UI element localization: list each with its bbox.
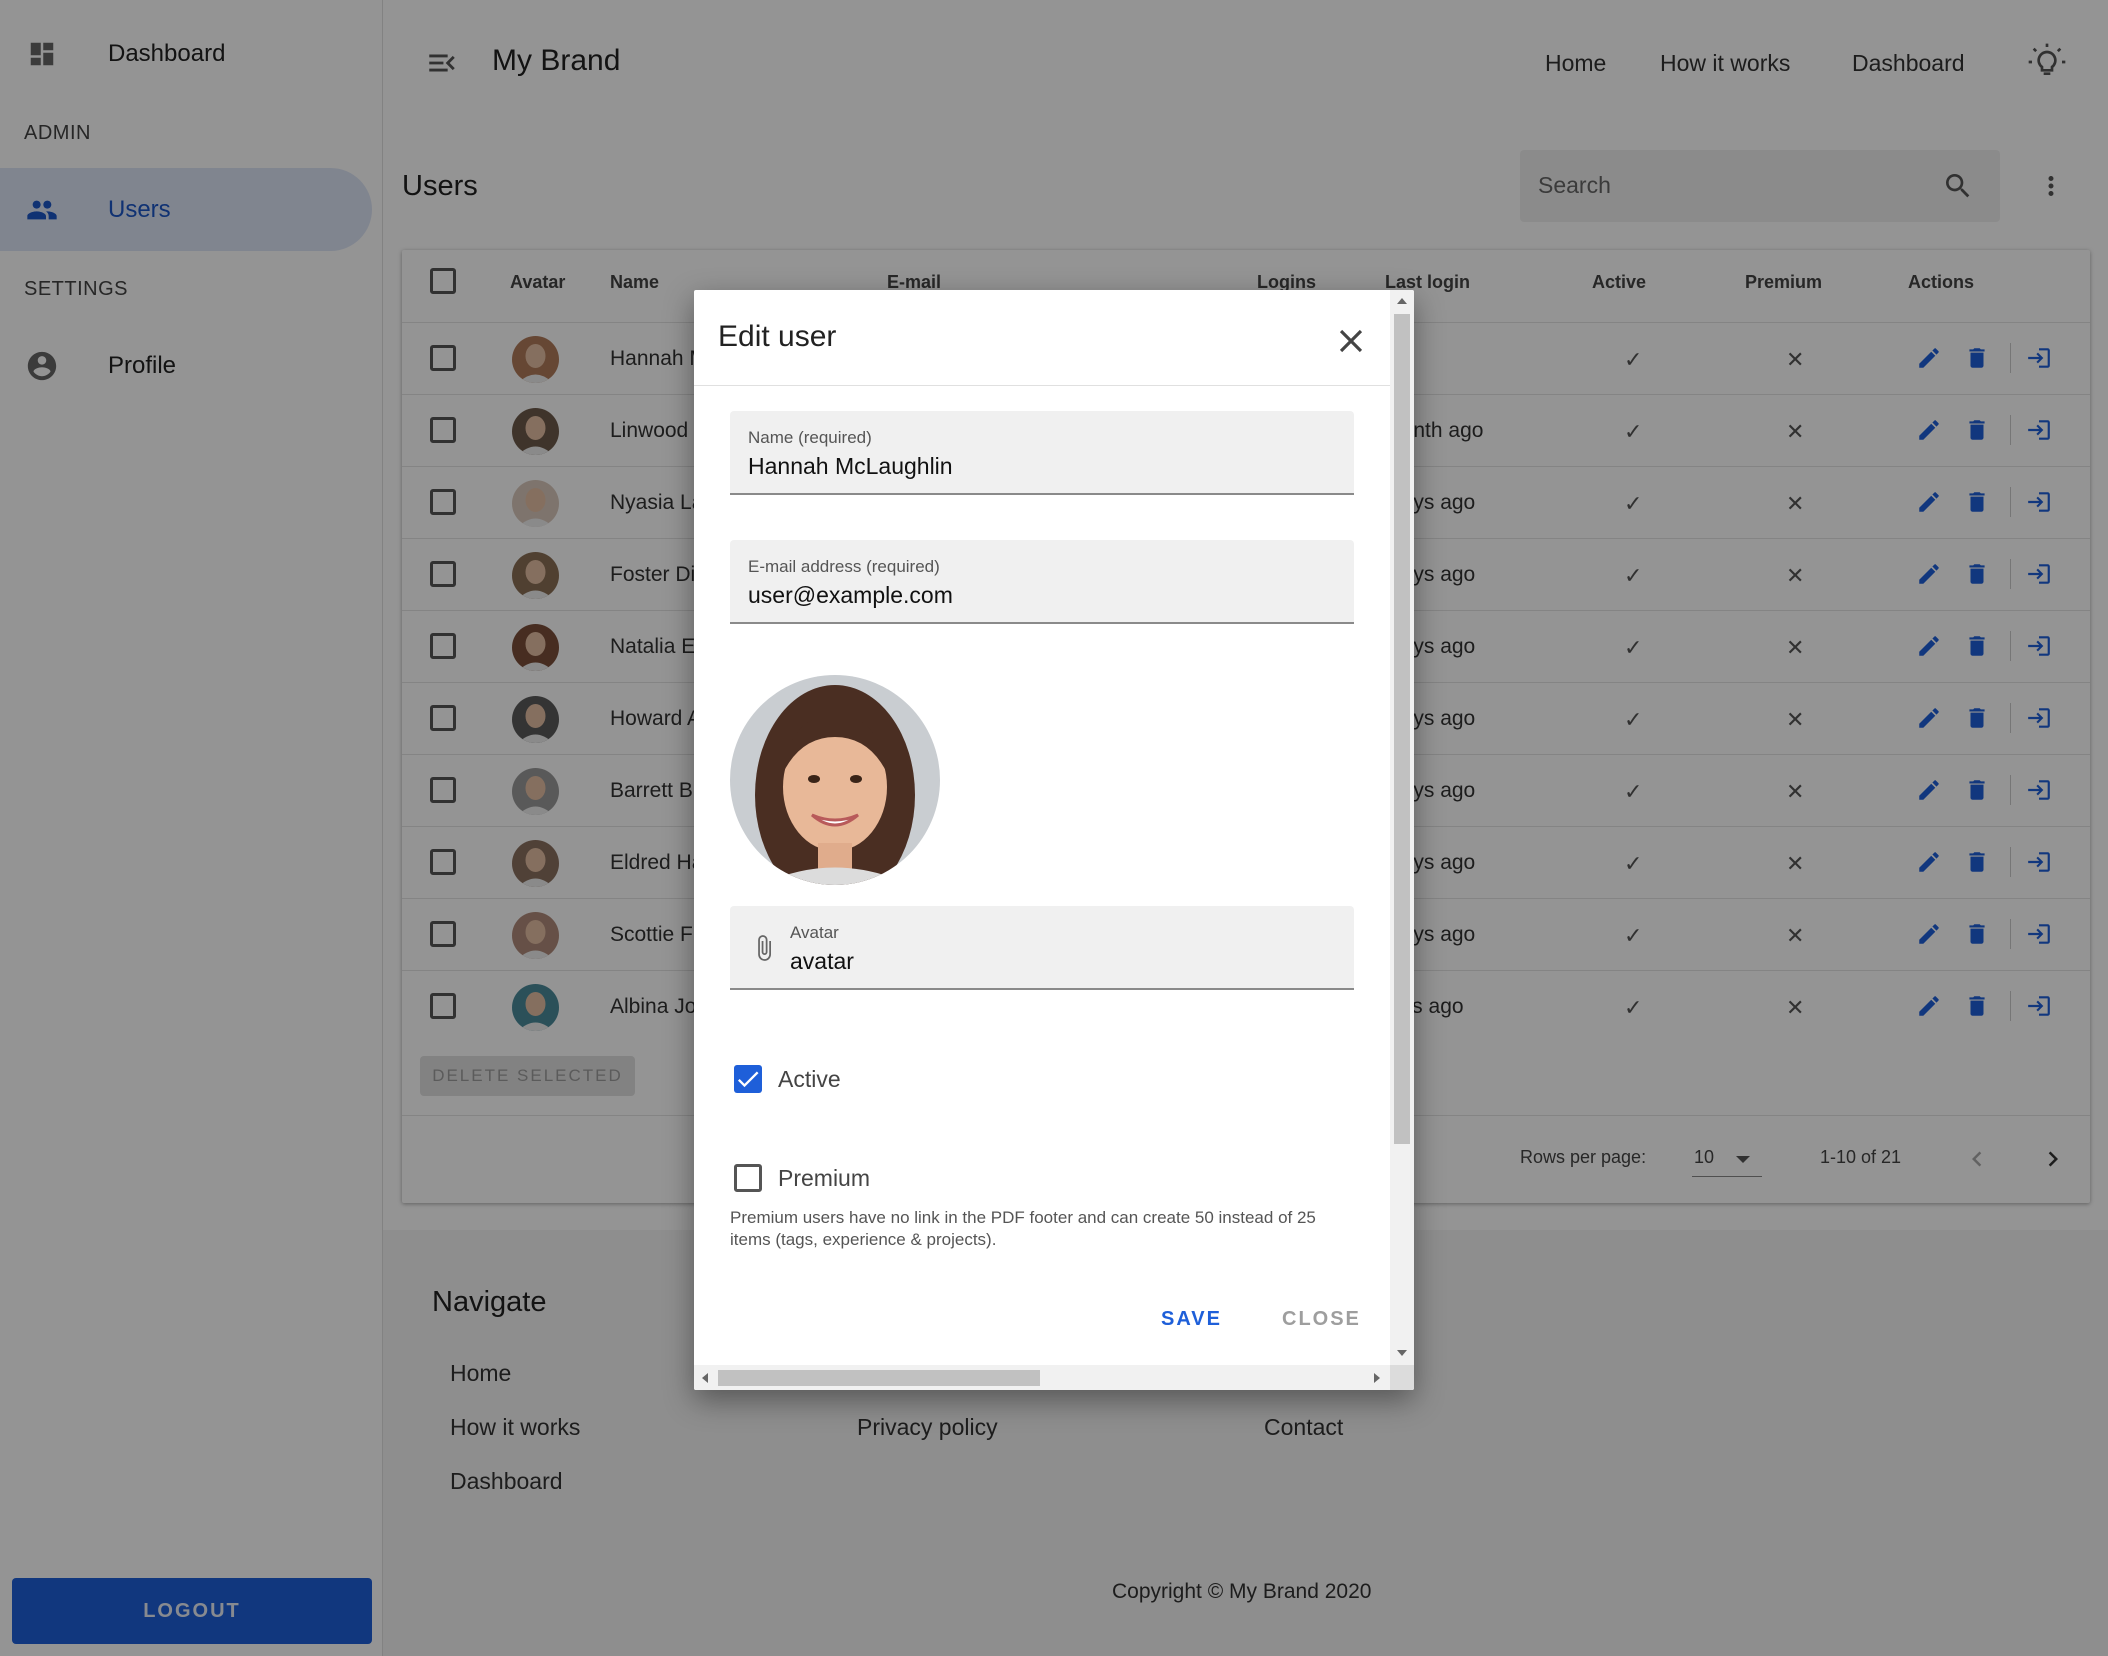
email-field-label: E-mail address (required) [748, 557, 940, 576]
close-icon[interactable] [1332, 322, 1370, 365]
email-field-value: user@example.com [748, 582, 953, 608]
dialog-title: Edit user [718, 320, 837, 353]
premium-checkbox[interactable] [734, 1164, 762, 1192]
name-field[interactable]: Name (required) Hannah McLaughlin [730, 411, 1354, 495]
close-button[interactable]: CLOSE [1282, 1308, 1361, 1331]
active-label[interactable]: Active [778, 1066, 841, 1093]
email-field[interactable]: E-mail address (required) user@example.c… [730, 540, 1354, 624]
premium-label[interactable]: Premium [778, 1165, 870, 1192]
name-field-value: Hannah McLaughlin [748, 453, 953, 479]
edit-user-dialog: Edit user Name (required) Hannah McLaugh… [694, 290, 1414, 1390]
horizontal-scrollbar[interactable] [694, 1365, 1390, 1390]
dialog-divider [694, 385, 1390, 386]
paperclip-icon [750, 928, 778, 973]
vertical-scroll-thumb[interactable] [1394, 314, 1410, 1144]
name-field-label: Name (required) [748, 428, 872, 447]
active-checkbox[interactable] [734, 1065, 762, 1093]
horizontal-scroll-thumb[interactable] [718, 1370, 1040, 1386]
avatar-preview [730, 675, 940, 885]
avatar-field-value: avatar [790, 948, 854, 974]
save-button[interactable]: SAVE [1161, 1308, 1222, 1331]
scroll-down-arrow [1397, 1350, 1407, 1356]
scrollbar-corner [1390, 1365, 1414, 1390]
scroll-right-arrow [1374, 1373, 1380, 1383]
avatar-file-field[interactable]: Avatar avatar [730, 906, 1354, 990]
check-icon [737, 1071, 759, 1088]
scroll-left-arrow [702, 1373, 708, 1383]
premium-hint: Premium users have no link in the PDF fo… [730, 1208, 1316, 1249]
scroll-up-arrow [1397, 298, 1407, 304]
vertical-scrollbar[interactable] [1390, 290, 1414, 1365]
avatar-field-label: Avatar [790, 923, 839, 942]
